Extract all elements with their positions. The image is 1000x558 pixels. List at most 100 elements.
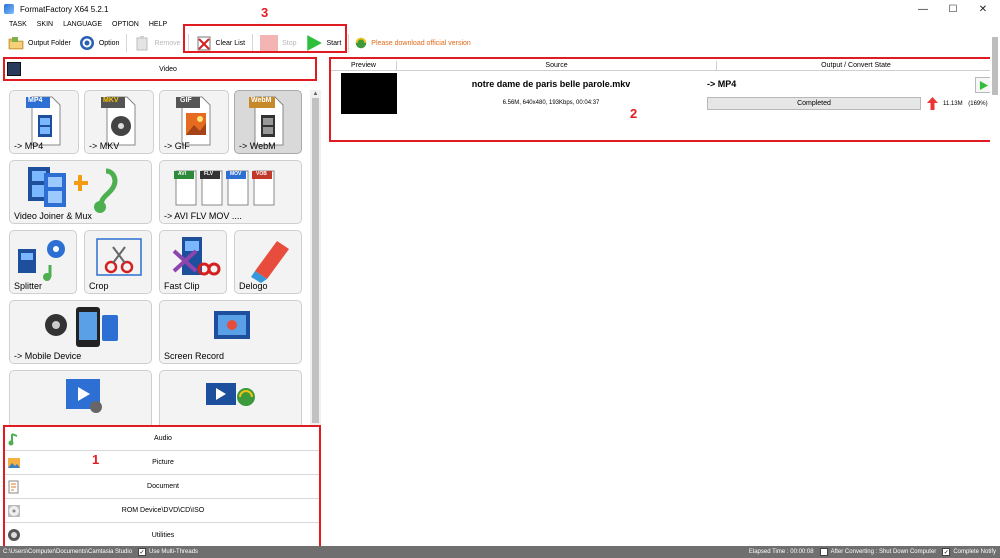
tile-mkv[interactable]: MKV -> MKV bbox=[84, 90, 154, 154]
tile-label: -> GIF bbox=[164, 141, 190, 151]
tile-label: Screen Record bbox=[164, 351, 225, 361]
tile-label: -> Mobile Device bbox=[14, 351, 82, 361]
close-button[interactable]: ✕ bbox=[968, 0, 998, 18]
toolbar-separator bbox=[126, 34, 128, 52]
menu-task[interactable]: TASK bbox=[9, 21, 27, 28]
tile-label: -> MKV bbox=[89, 141, 120, 151]
category-list: Audio Picture Document ROM Device\DVD\CD… bbox=[3, 425, 321, 549]
menu-skin[interactable]: SKIN bbox=[37, 21, 53, 28]
column-header-preview[interactable]: Preview bbox=[331, 61, 397, 71]
menu-language[interactable]: LANGUAGE bbox=[63, 21, 102, 28]
column-header-output[interactable]: Output / Convert State bbox=[717, 61, 995, 71]
tile-webm[interactable]: WebM -> WebM bbox=[234, 90, 302, 154]
category-utilities[interactable]: Utilities bbox=[5, 523, 319, 547]
tile-fast-clip[interactable]: Fast Clip bbox=[159, 230, 227, 294]
remove-button[interactable]: Remove bbox=[130, 32, 184, 54]
tile-badge: AVI bbox=[178, 171, 186, 177]
play-icon bbox=[979, 80, 988, 90]
output-folder-label: Output Folder bbox=[28, 39, 71, 47]
tile-video-joiner[interactable]: Video Joiner & Mux bbox=[9, 160, 152, 224]
complete-notify-checkbox[interactable]: ✓ bbox=[942, 548, 951, 556]
document-icon bbox=[8, 480, 19, 493]
task-panel: Preview Source Output / Convert State no… bbox=[326, 56, 1000, 546]
tile-label: -> MP4 bbox=[14, 141, 44, 151]
minimize-button[interactable]: — bbox=[908, 0, 938, 18]
category-label: Audio bbox=[154, 435, 172, 442]
music-note-icon bbox=[8, 432, 18, 445]
tile-label: -> AVI FLV MOV .... bbox=[164, 211, 242, 221]
tile-delogo[interactable]: Delogo bbox=[234, 230, 302, 294]
tile-label: -> WebM bbox=[239, 141, 276, 151]
task-output-size: 11.13M (169%) bbox=[943, 101, 988, 107]
category-label: Document bbox=[147, 483, 179, 490]
tile-mobile-device[interactable]: -> Mobile Device bbox=[9, 300, 152, 364]
task-file-info: 6.56M, 640x480, 193Kbps, 00:04:37 bbox=[502, 100, 600, 106]
annotation-label-1: 1 bbox=[92, 452, 100, 467]
elapsed-time: Elapsed Time : 00:00:08 bbox=[748, 549, 814, 555]
task-preview-thumbnail bbox=[341, 73, 397, 114]
tile-badge: WebM bbox=[251, 97, 272, 104]
tile-mp4[interactable]: MP4 -> MP4 bbox=[9, 90, 79, 154]
size-increase-arrow-icon bbox=[927, 97, 938, 110]
tile-label: Splitter bbox=[14, 281, 43, 291]
task-play-button[interactable] bbox=[975, 77, 991, 93]
tile-splitter[interactable]: Splitter bbox=[9, 230, 77, 294]
tile-label: Fast Clip bbox=[164, 281, 200, 291]
tile-gif[interactable]: GIF -> GIF bbox=[159, 90, 229, 154]
status-path: C:\Users\Computer\Documents\Camtasia Stu… bbox=[3, 549, 133, 555]
tiles-scrollbar[interactable]: ▲ ▼ bbox=[310, 90, 321, 444]
download-globe-icon bbox=[356, 37, 367, 49]
task-state: Completed bbox=[797, 100, 831, 107]
complete-notify-label: Complete Notify bbox=[953, 549, 996, 555]
app-logo-icon bbox=[4, 4, 14, 14]
tile-badge: MP4 bbox=[28, 97, 43, 104]
menu-help[interactable]: HELP bbox=[149, 21, 167, 28]
tile-avi-flv-mov[interactable]: AVI FLV MOV VOB -> AVI FLV MOV .... bbox=[159, 160, 302, 224]
remove-icon bbox=[136, 36, 148, 51]
output-size-ratio: (169%) bbox=[968, 101, 988, 107]
task-panel-scrollbar[interactable] bbox=[990, 19, 1000, 542]
category-label: Utilities bbox=[151, 531, 175, 539]
category-label: ROM Device\DVD\CD\ISO bbox=[121, 507, 205, 514]
multithreads-label: Use Multi-Threads bbox=[149, 549, 199, 555]
tile-label: Crop bbox=[89, 281, 109, 291]
output-folder-button[interactable]: Output Folder bbox=[4, 32, 75, 54]
category-label: Picture bbox=[152, 459, 174, 466]
tile-screen-record[interactable]: Screen Record bbox=[159, 300, 302, 364]
tile-label: Delogo bbox=[239, 281, 268, 291]
tile-label: Video Joiner & Mux bbox=[14, 211, 92, 221]
video-category-header[interactable]: Video bbox=[3, 57, 317, 81]
category-rom-device[interactable]: ROM Device\DVD\CD\ISO bbox=[5, 499, 319, 523]
annotation-label-3: 3 bbox=[261, 5, 269, 20]
title-bar: FormatFactory X64 5.2.1 — ☐ ✕ bbox=[0, 0, 1000, 18]
task-list: Preview Source Output / Convert State no… bbox=[329, 57, 997, 142]
option-label: Option bbox=[98, 39, 120, 47]
annotation-box-3 bbox=[183, 24, 347, 53]
multithreads-checkbox[interactable]: ✓ bbox=[138, 548, 147, 556]
scrollbar-thumb[interactable] bbox=[312, 98, 319, 423]
menu-bar: TASK SKIN LANGUAGE OPTION HELP bbox=[0, 18, 1000, 31]
picture-icon bbox=[8, 457, 20, 468]
scroll-up-arrow-icon[interactable]: ▲ bbox=[310, 90, 321, 98]
column-header-source[interactable]: Source bbox=[397, 61, 717, 71]
after-converting-checkbox[interactable] bbox=[819, 548, 828, 556]
option-button[interactable]: Option bbox=[75, 32, 124, 54]
official-version-notice[interactable]: Please download official version bbox=[371, 40, 471, 47]
category-document[interactable]: Document bbox=[5, 475, 319, 499]
annotation-label-2: 2 bbox=[630, 106, 638, 121]
menu-option[interactable]: OPTION bbox=[112, 21, 139, 28]
folder-icon bbox=[8, 37, 24, 50]
tile-badge: MKV bbox=[103, 97, 119, 104]
scrollbar-thumb[interactable] bbox=[992, 37, 998, 95]
maximize-button[interactable]: ☐ bbox=[938, 0, 968, 18]
film-icon bbox=[7, 62, 21, 76]
category-audio[interactable]: Audio bbox=[5, 427, 319, 451]
task-filename: notre dame de paris belle parole.mkv bbox=[471, 79, 631, 89]
disc-icon bbox=[8, 504, 20, 517]
toolbar: Output Folder Option Remove Clear List S… bbox=[0, 31, 1000, 55]
category-picture[interactable]: Picture bbox=[5, 451, 319, 475]
after-converting-label: After Converting : Shut Down Computer bbox=[830, 549, 937, 555]
tile-badge: MOV bbox=[230, 171, 242, 177]
video-tiles-grid: MP4 -> MP4 MKV -> MKV GIF -> GIF WebM ->… bbox=[9, 90, 309, 444]
tile-crop[interactable]: Crop bbox=[84, 230, 152, 294]
